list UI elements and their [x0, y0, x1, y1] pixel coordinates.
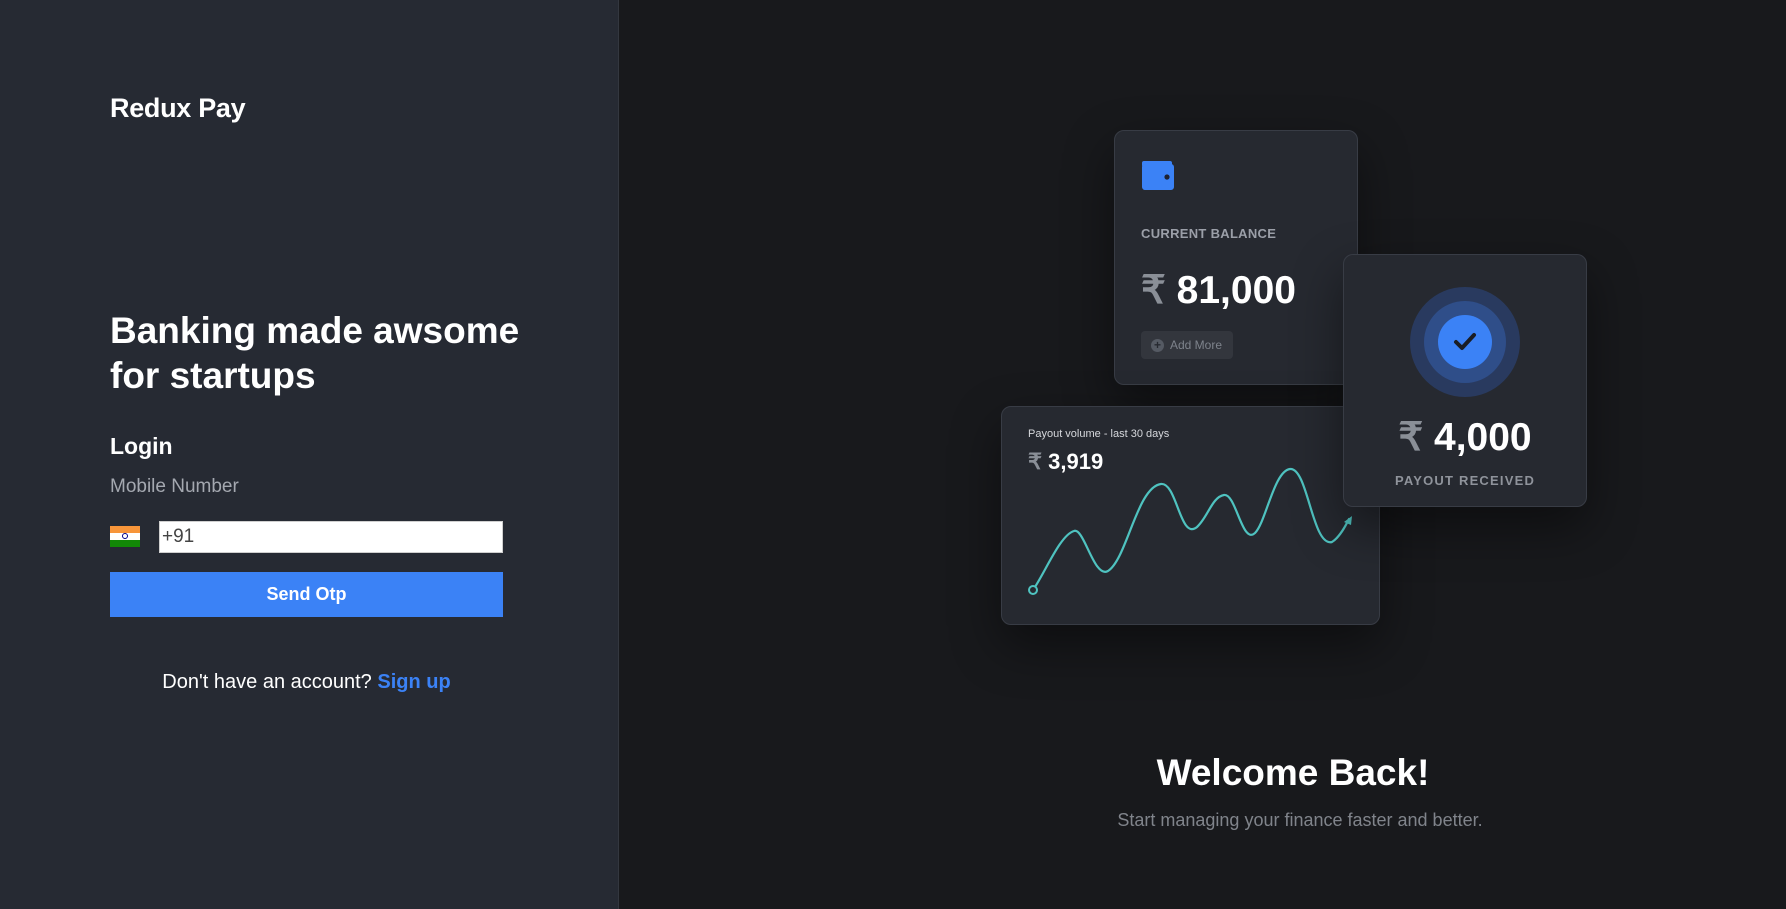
check-circle-icon — [1410, 287, 1520, 397]
rupee-symbol: ₹ — [1028, 449, 1042, 474]
welcome-title: Welcome Back! — [1156, 752, 1430, 793]
login-panel: Redux Pay Banking made awsome for startu… — [0, 0, 619, 909]
send-otp-button[interactable]: Send Otp — [110, 572, 503, 617]
current-balance-label: CURRENT BALANCE — [1141, 226, 1277, 241]
payout-volume-card: Payout volume - last 30 days ₹ 3,919 — [1001, 406, 1380, 625]
brand-name: Redux Pay — [110, 93, 246, 123]
plus-circle-icon: + — [1151, 338, 1164, 352]
mobile-number-label: Mobile Number — [110, 476, 239, 497]
sparkline-arrowhead — [1344, 516, 1352, 525]
payout-volume-value: 3,919 — [1048, 449, 1104, 474]
add-more-label: Add More — [1170, 338, 1223, 352]
signup-link[interactable]: Sign up — [377, 671, 450, 693]
payout-volume-title: Payout volume - last 30 days — [1028, 428, 1170, 440]
payout-received-label: PAYOUT RECEIVED — [1394, 473, 1536, 488]
payout-volume-amount: ₹ 3,919 — [1028, 449, 1103, 475]
add-more-button[interactable]: + Add More — [1141, 331, 1233, 359]
balance-value: 81,000 — [1176, 269, 1296, 312]
hero-headline: Banking made awsome for startups — [110, 310, 520, 396]
current-balance-amount: ₹ 81,000 — [1141, 268, 1296, 313]
payout-received-card: ₹ 4,000 PAYOUT RECEIVED — [1343, 254, 1587, 507]
welcome-subtitle: Start managing your finance faster and b… — [1117, 810, 1483, 830]
rupee-symbol: ₹ — [1398, 416, 1424, 459]
sparkline-path — [1031, 467, 1351, 592]
payout-received-amount: ₹ 4,000 — [1344, 415, 1586, 460]
payout-value: 4,000 — [1434, 416, 1532, 459]
mobile-number-input[interactable] — [159, 521, 503, 553]
signup-prompt-text: Don't have an account? — [162, 671, 372, 693]
rupee-symbol: ₹ — [1141, 269, 1166, 312]
current-balance-card: CURRENT BALANCE ₹ 81,000 + Add More — [1114, 130, 1358, 385]
signup-prompt: Don't have an account? Sign up — [0, 671, 613, 694]
login-title: Login — [110, 433, 173, 459]
sparkline-start-point — [1028, 585, 1038, 595]
wallet-icon — [1142, 161, 1174, 190]
india-flag-icon[interactable] — [110, 526, 140, 547]
